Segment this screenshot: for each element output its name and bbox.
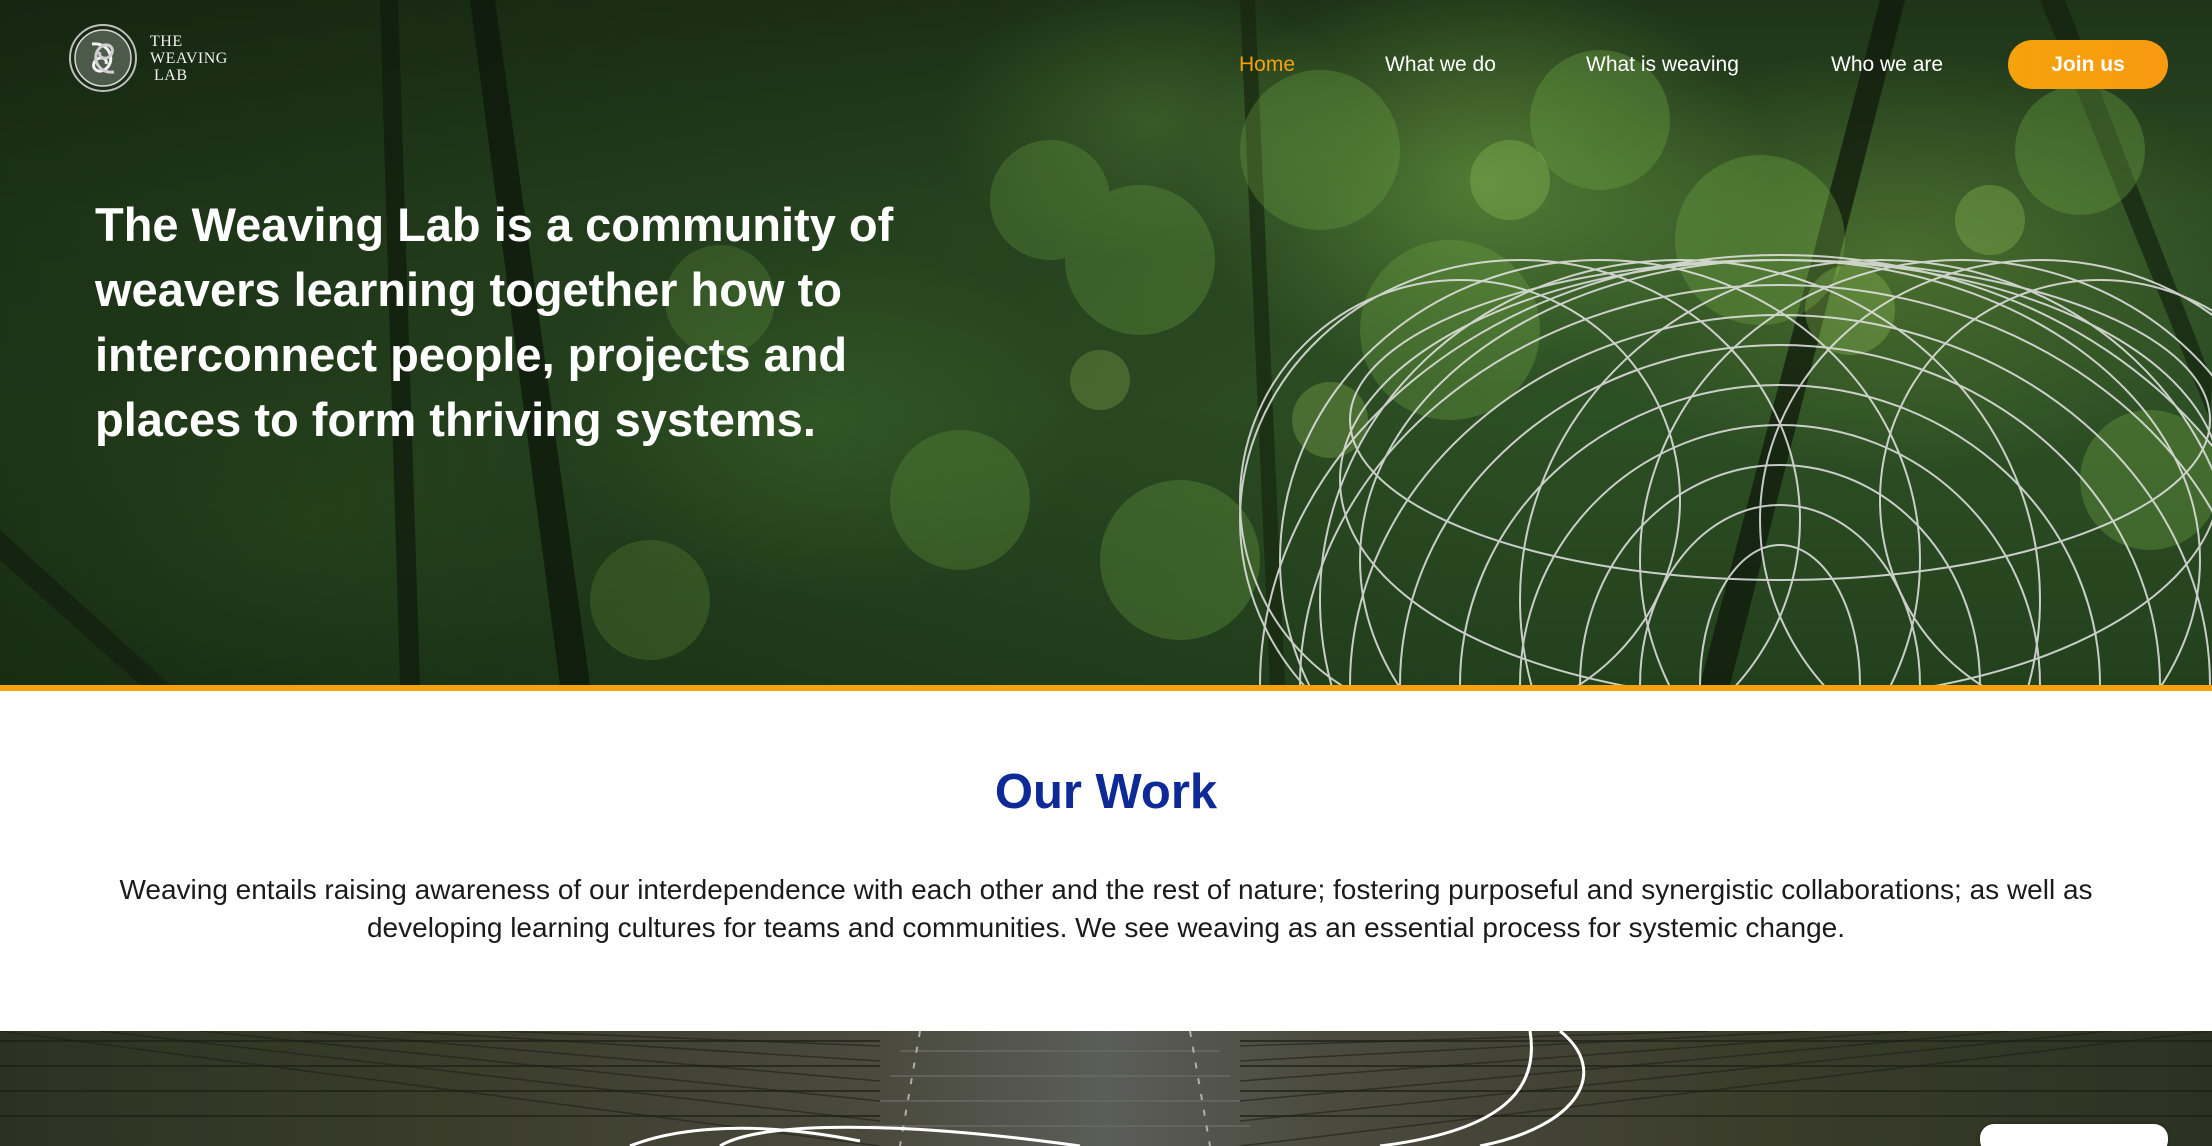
join-us-button[interactable]: Join us <box>2008 40 2168 89</box>
nav-who-we-are[interactable]: Who we are <box>1831 53 1943 77</box>
chat-widget-button[interactable] <box>1980 1124 2168 1146</box>
site-logo[interactable]: THE WEAVING LAB <box>66 24 228 92</box>
nav-what-is-weaving[interactable]: What is weaving <box>1586 53 1739 77</box>
logo-emblem-icon <box>69 24 137 92</box>
rope-bridge-graphic <box>0 1031 2212 1146</box>
nav-home[interactable]: Home <box>1239 53 1295 77</box>
our-work-heading: Our Work <box>994 765 1218 819</box>
bridge-image-strip <box>0 1031 2212 1146</box>
our-work-description: Weaving entails raising awareness of our… <box>119 874 2093 943</box>
logo-line-3: LAB <box>154 66 188 84</box>
hero-accent-border <box>0 685 2212 691</box>
logo-line-1: THE <box>150 32 183 50</box>
hero-headline: The Weaving Lab is a community of weaver… <box>95 198 894 446</box>
logo-wordmark: THE WEAVING LAB <box>150 33 228 84</box>
logo-line-2: WEAVING <box>150 49 228 67</box>
nav-what-we-do[interactable]: What we do <box>1385 53 1496 77</box>
